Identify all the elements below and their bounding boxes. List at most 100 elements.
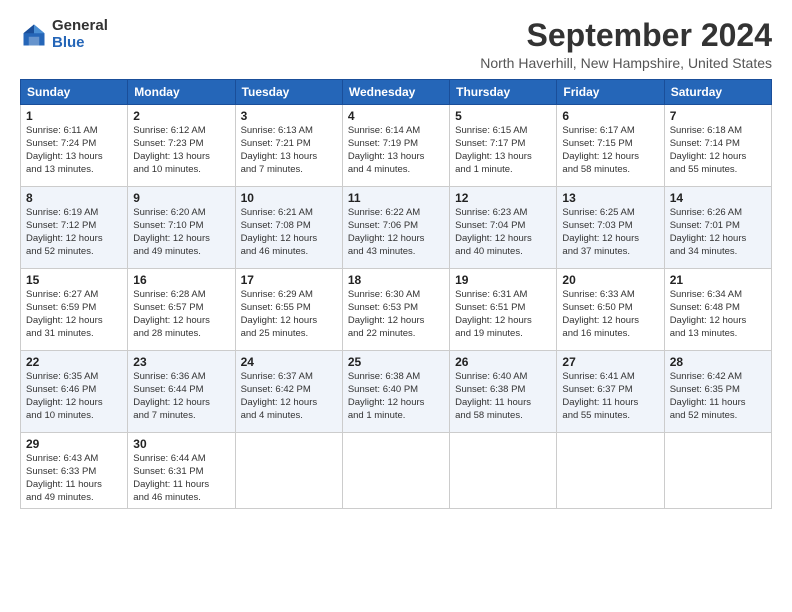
calendar-cell: 6Sunrise: 6:17 AM Sunset: 7:15 PM Daylig… (557, 105, 664, 187)
calendar-cell: 13 Sunrise: 6:25 AM Sunset: 7:03 PM Dayli… (557, 187, 664, 269)
day-number: 8 (26, 191, 122, 205)
day-number: 19 (455, 273, 551, 287)
calendar-week-row: 22 Sunrise: 6:35 AM Sunset: 6:46 PM Dayli… (21, 351, 772, 433)
calendar-cell: 10 Sunrise: 6:21 AM Sunset: 7:08 PM Dayli… (235, 187, 342, 269)
calendar-cell: 12Sunrise: 6:23 AM Sunset: 7:04 PM Dayli… (450, 187, 557, 269)
day-info: Sunrise: 6:14 AM Sunset: 7:19 PM Dayligh… (348, 125, 444, 176)
day-number: 3 (241, 109, 337, 123)
day-info: Sunrise: 6:29 AM Sunset: 6:55 PM Dayligh… (241, 289, 337, 340)
calendar-cell: 9 Sunrise: 6:20 AM Sunset: 7:10 PM Daylig… (128, 187, 235, 269)
day-number: 30 (133, 437, 229, 451)
day-info: Sunrise: 6:33 AM Sunset: 6:50 PM Dayligh… (562, 289, 658, 340)
calendar-cell: 4 Sunrise: 6:14 AM Sunset: 7:19 PM Daylig… (342, 105, 449, 187)
day-number: 2 (133, 109, 229, 123)
day-number: 11 (348, 191, 444, 205)
calendar-week-row: 1 Sunrise: 6:11 AM Sunset: 7:24 PM Daylig… (21, 105, 772, 187)
calendar-cell: 21Sunrise: 6:34 AM Sunset: 6:48 PM Dayli… (664, 269, 771, 351)
page: General Blue September 2024 North Haverh… (0, 0, 792, 519)
calendar-cell: 18 Sunrise: 6:30 AM Sunset: 6:53 PM Dayli… (342, 269, 449, 351)
day-number: 7 (670, 109, 766, 123)
day-info: Sunrise: 6:27 AM Sunset: 6:59 PM Dayligh… (26, 289, 122, 340)
day-number: 17 (241, 273, 337, 287)
logo-icon (20, 21, 48, 49)
calendar-header-row: SundayMondayTuesdayWednesdayThursdayFrid… (21, 80, 772, 105)
calendar-cell: 26Sunrise: 6:40 AM Sunset: 6:38 PM Dayli… (450, 351, 557, 433)
calendar-week-row: 29Sunrise: 6:43 AM Sunset: 6:33 PM Dayli… (21, 433, 772, 509)
logo-blue-text: Blue (52, 35, 108, 52)
day-info: Sunrise: 6:12 AM Sunset: 7:23 PM Dayligh… (133, 125, 229, 176)
day-info: Sunrise: 6:30 AM Sunset: 6:53 PM Dayligh… (348, 289, 444, 340)
calendar-cell: 17 Sunrise: 6:29 AM Sunset: 6:55 PM Dayli… (235, 269, 342, 351)
month-title: September 2024 (480, 18, 772, 53)
day-info: Sunrise: 6:40 AM Sunset: 6:38 PM Dayligh… (455, 371, 551, 422)
calendar-cell (664, 433, 771, 509)
day-info: Sunrise: 6:22 AM Sunset: 7:06 PM Dayligh… (348, 207, 444, 258)
calendar-header-monday: Monday (128, 80, 235, 105)
day-info: Sunrise: 6:25 AM Sunset: 7:03 PM Dayligh… (562, 207, 658, 258)
day-info: Sunrise: 6:26 AM Sunset: 7:01 PM Dayligh… (670, 207, 766, 258)
calendar-cell (235, 433, 342, 509)
calendar-cell: 16Sunrise: 6:28 AM Sunset: 6:57 PM Dayli… (128, 269, 235, 351)
day-number: 1 (26, 109, 122, 123)
calendar-table: SundayMondayTuesdayWednesdayThursdayFrid… (20, 79, 772, 509)
day-info: Sunrise: 6:35 AM Sunset: 6:46 PM Dayligh… (26, 371, 122, 422)
calendar-cell: 3 Sunrise: 6:13 AM Sunset: 7:21 PM Daylig… (235, 105, 342, 187)
day-number: 10 (241, 191, 337, 205)
calendar-week-row: 15Sunrise: 6:27 AM Sunset: 6:59 PM Dayli… (21, 269, 772, 351)
day-number: 23 (133, 355, 229, 369)
calendar-cell: 20 Sunrise: 6:33 AM Sunset: 6:50 PM Dayli… (557, 269, 664, 351)
logo: General Blue (20, 18, 108, 51)
day-info: Sunrise: 6:20 AM Sunset: 7:10 PM Dayligh… (133, 207, 229, 258)
day-info: Sunrise: 6:11 AM Sunset: 7:24 PM Dayligh… (26, 125, 122, 176)
day-number: 20 (562, 273, 658, 287)
day-number: 9 (133, 191, 229, 205)
calendar-header-tuesday: Tuesday (235, 80, 342, 105)
calendar-cell: 11 Sunrise: 6:22 AM Sunset: 7:06 PM Dayli… (342, 187, 449, 269)
location: North Haverhill, New Hampshire, United S… (480, 55, 772, 71)
calendar-cell: 5Sunrise: 6:15 AM Sunset: 7:17 PM Daylig… (450, 105, 557, 187)
calendar-cell (342, 433, 449, 509)
calendar-cell (450, 433, 557, 509)
day-number: 18 (348, 273, 444, 287)
day-info: Sunrise: 6:34 AM Sunset: 6:48 PM Dayligh… (670, 289, 766, 340)
calendar-cell: 27 Sunrise: 6:41 AM Sunset: 6:37 PM Dayli… (557, 351, 664, 433)
calendar-header-wednesday: Wednesday (342, 80, 449, 105)
calendar-cell: 28Sunrise: 6:42 AM Sunset: 6:35 PM Dayli… (664, 351, 771, 433)
day-number: 27 (562, 355, 658, 369)
day-number: 4 (348, 109, 444, 123)
calendar-header-sunday: Sunday (21, 80, 128, 105)
day-number: 16 (133, 273, 229, 287)
day-info: Sunrise: 6:44 AM Sunset: 6:31 PM Dayligh… (133, 453, 229, 504)
day-info: Sunrise: 6:37 AM Sunset: 6:42 PM Dayligh… (241, 371, 337, 422)
header: General Blue September 2024 North Haverh… (20, 18, 772, 71)
calendar-cell (557, 433, 664, 509)
calendar-cell: 15Sunrise: 6:27 AM Sunset: 6:59 PM Dayli… (21, 269, 128, 351)
day-number: 28 (670, 355, 766, 369)
day-number: 29 (26, 437, 122, 451)
day-info: Sunrise: 6:13 AM Sunset: 7:21 PM Dayligh… (241, 125, 337, 176)
day-info: Sunrise: 6:38 AM Sunset: 6:40 PM Dayligh… (348, 371, 444, 422)
calendar-week-row: 8Sunrise: 6:19 AM Sunset: 7:12 PM Daylig… (21, 187, 772, 269)
day-number: 24 (241, 355, 337, 369)
calendar-cell: 22 Sunrise: 6:35 AM Sunset: 6:46 PM Dayli… (21, 351, 128, 433)
calendar-cell: 30 Sunrise: 6:44 AM Sunset: 6:31 PM Dayli… (128, 433, 235, 509)
calendar-header-thursday: Thursday (450, 80, 557, 105)
title-block: September 2024 North Haverhill, New Hamp… (480, 18, 772, 71)
calendar-cell: 24 Sunrise: 6:37 AM Sunset: 6:42 PM Dayli… (235, 351, 342, 433)
day-number: 22 (26, 355, 122, 369)
day-number: 5 (455, 109, 551, 123)
logo-general-text: General (52, 18, 108, 35)
day-info: Sunrise: 6:21 AM Sunset: 7:08 PM Dayligh… (241, 207, 337, 258)
day-number: 13 (562, 191, 658, 205)
calendar-header-friday: Friday (557, 80, 664, 105)
day-info: Sunrise: 6:41 AM Sunset: 6:37 PM Dayligh… (562, 371, 658, 422)
calendar-header-saturday: Saturday (664, 80, 771, 105)
calendar-cell: 14Sunrise: 6:26 AM Sunset: 7:01 PM Dayli… (664, 187, 771, 269)
day-info: Sunrise: 6:17 AM Sunset: 7:15 PM Dayligh… (562, 125, 658, 176)
calendar-cell: 19Sunrise: 6:31 AM Sunset: 6:51 PM Dayli… (450, 269, 557, 351)
logo-text: General Blue (52, 18, 108, 51)
calendar-cell: 25Sunrise: 6:38 AM Sunset: 6:40 PM Dayli… (342, 351, 449, 433)
day-info: Sunrise: 6:36 AM Sunset: 6:44 PM Dayligh… (133, 371, 229, 422)
day-info: Sunrise: 6:18 AM Sunset: 7:14 PM Dayligh… (670, 125, 766, 176)
calendar-cell: 7 Sunrise: 6:18 AM Sunset: 7:14 PM Daylig… (664, 105, 771, 187)
